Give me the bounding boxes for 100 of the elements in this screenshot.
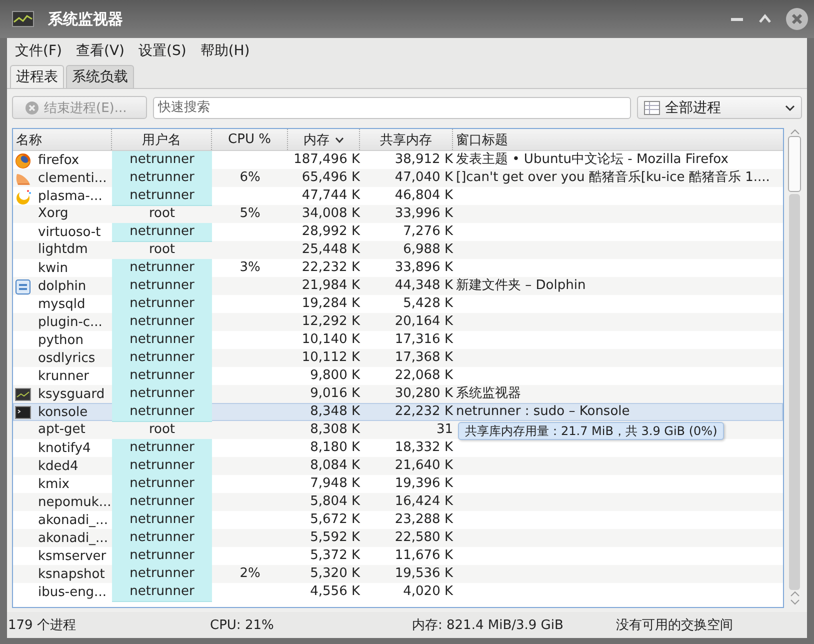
table-cell: netrunner — [112, 169, 212, 188]
sort-caret-icon — [334, 136, 344, 142]
table-cell: netrunner — [112, 529, 212, 548]
table-cell: netrunner — [112, 403, 212, 422]
scroll-up-icon[interactable] — [788, 128, 800, 136]
terminal-icon — [15, 404, 31, 420]
table-cell: netrunner — [112, 223, 212, 242]
column-header[interactable]: 内存 — [288, 129, 360, 150]
process-name: krunner — [38, 368, 89, 386]
scrollbar-thumb[interactable] — [788, 136, 801, 192]
table-cell-text: 系统监视器 — [455, 385, 522, 403]
table-row[interactable]: virtuoso-t netrunner 28,992 K 7,276 K — [13, 223, 783, 241]
table-cell: netrunner — [112, 313, 212, 332]
table-cell-text: 30,280 K — [394, 385, 453, 403]
process-name: lightdm — [38, 241, 88, 259]
table-cell-text: 10,112 K — [300, 349, 360, 367]
table-cell: netrunner — [112, 259, 212, 278]
tab[interactable]: 系统负载 — [66, 65, 134, 88]
table-cell: netrunner — [112, 367, 212, 386]
table-row[interactable]: osdlyrics netrunner 10,112 K 17,368 K — [13, 349, 783, 367]
monitor-icon — [15, 386, 31, 402]
process-name: plasma-... — [38, 188, 102, 206]
column-header[interactable]: CPU % — [212, 129, 288, 150]
table-row[interactable]: akonadi_... netrunner 5,592 K 22,580 K — [13, 529, 783, 547]
process-name: plugin-c... — [38, 314, 102, 332]
process-name: ksysguard — [38, 386, 105, 404]
table-cell-text: 19,284 K — [300, 295, 360, 313]
table-cell: netrunner — [112, 331, 212, 350]
process-name: apt-get — [38, 421, 86, 439]
table-cell-text: 23,288 K — [394, 511, 453, 529]
menu-item[interactable]: 帮助(H) — [200, 42, 250, 60]
status-text: 内存: 821.4 MiB/3.9 GiB — [412, 617, 564, 634]
scrollbar-track[interactable] — [789, 194, 800, 590]
scroll-up-icon[interactable] — [788, 590, 800, 598]
scroll-down-icon[interactable] — [788, 598, 800, 606]
table-cell-text: 19,536 K — [394, 565, 453, 583]
table-cell-text: 34,008 K — [300, 205, 360, 223]
table-cell-text: 10,140 K — [300, 331, 360, 349]
search-field[interactable]: 快速搜索 — [153, 96, 631, 118]
table-row[interactable]: ksnapshot netrunner 2% 5,320 K 19,536 K — [13, 565, 783, 583]
table-cell-text: 19,396 K — [394, 475, 453, 493]
table-cell-text: 2% — [238, 565, 262, 583]
column-header[interactable]: 窗口标题 — [453, 129, 783, 150]
table-cell: netrunner — [112, 439, 212, 458]
table-cell: netrunner — [112, 583, 212, 602]
table-cell-text: root — [148, 421, 176, 439]
process-filter-dropdown[interactable]: 全部进程 — [637, 96, 802, 119]
table-cell-text: 47,040 K — [394, 169, 453, 187]
table-cell-text: netrunner : sudo – Konsole — [455, 403, 631, 421]
table-cell-text: 3% — [238, 259, 262, 277]
table-cell-text: 17,316 K — [394, 331, 453, 349]
menu-item[interactable]: 文件(F) — [15, 42, 62, 60]
table-row[interactable]: kded4 netrunner 8,084 K 21,640 K — [13, 457, 783, 475]
process-name: clementi... — [38, 170, 107, 188]
table-row[interactable]: ibus-eng... netrunner 4,556 K 4,020 K — [13, 583, 783, 601]
table-cell-text: 18,332 K — [394, 439, 453, 457]
table-row[interactable]: ksysguard netrunner 9,016 K 30,280 K 系统监视器 — [13, 385, 783, 403]
table-cell-text: 22,068 K — [394, 367, 453, 385]
table-cell-text: 22,232 K — [394, 403, 453, 421]
table-cell-text: 38,912 K — [394, 151, 453, 169]
column-header[interactable]: 名称 — [13, 129, 112, 150]
table-cell-text: 33,896 K — [394, 259, 453, 277]
process-name: akonadi_... — [38, 512, 108, 530]
process-name: Xorg — [38, 205, 68, 223]
table-row[interactable]: clementi... netrunner 6% 65,496 K 47,040 K []can't get over you 酷猪音乐[ku-ice 酷猪音乐 1.... — [13, 169, 783, 187]
process-name: akonadi_... — [38, 530, 108, 548]
table-row[interactable]: plugin-c... netrunner 12,292 K 20,164 K — [13, 313, 783, 331]
table-cell-text: 5,592 K — [309, 529, 360, 547]
menu-item[interactable]: 设置(S) — [138, 42, 186, 60]
crescent-icon — [15, 188, 31, 204]
table-cell-text: 47,744 K — [300, 187, 360, 205]
status-text: 179 个进程 — [8, 617, 77, 634]
process-name: ksmserver — [38, 548, 106, 566]
tab[interactable]: 进程表 — [10, 65, 64, 88]
table-cell-text: 28,992 K — [300, 223, 360, 241]
table-row[interactable]: nepomuk... netrunner 5,804 K 16,424 K — [13, 493, 783, 511]
menu-item[interactable]: 查看(V) — [76, 42, 124, 60]
table-cell-text: []can't get over you 酷猪音乐[ku-ice 酷猪音乐 1.... — [455, 169, 771, 187]
table-row[interactable]: dolphin netrunner 21,984 K 44,348 K 新建文件夹 – Dolphin — [13, 277, 783, 295]
column-header[interactable]: 用户名 — [112, 129, 212, 150]
table-row[interactable]: Xorg root 5% 34,008 K 33,996 K — [13, 205, 783, 223]
table-cell-text: root — [148, 205, 176, 223]
table-icon — [644, 100, 660, 114]
status-text: 没有可用的交换空间 — [616, 617, 734, 634]
table-cell-text: 33,996 K — [394, 205, 453, 223]
table-row[interactable]: konsole netrunner 8,348 K 22,232 K netrunner : sudo – Konsole — [13, 403, 783, 421]
process-name: osdlyrics — [38, 350, 96, 368]
table-row[interactable]: lightdm root 25,448 K 6,988 K — [13, 241, 783, 259]
table-cell-text: 5,804 K — [309, 493, 360, 511]
process-name: kded4 — [38, 458, 78, 476]
table-cell: netrunner — [112, 493, 212, 512]
process-name: mysqld — [38, 296, 86, 314]
table-cell-text: 20,164 K — [394, 313, 453, 331]
close-icon[interactable] — [786, 8, 808, 30]
table-cell: netrunner — [112, 385, 212, 404]
table-cell-text: 发表主题 • Ubuntu中文论坛 - Mozilla Firefox — [455, 151, 730, 169]
process-name: firefox — [38, 152, 80, 170]
table-cell-text: 21,640 K — [394, 457, 453, 475]
column-header[interactable]: 共享内存 — [360, 129, 453, 150]
table-cell: netrunner — [112, 349, 212, 368]
